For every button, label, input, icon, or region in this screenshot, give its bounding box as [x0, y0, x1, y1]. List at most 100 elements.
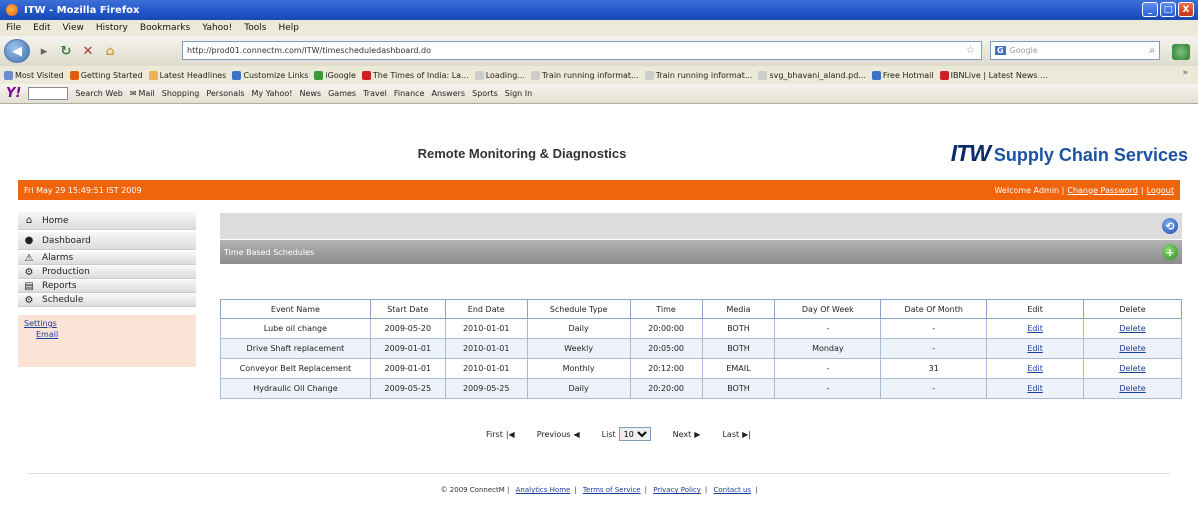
yahoo-sign-in[interactable]: Sign In: [505, 89, 532, 98]
delete-link[interactable]: Delete: [1119, 364, 1145, 373]
bookmark-item[interactable]: Most Visited: [4, 70, 64, 80]
bookmark-item[interactable]: svg_bhavani_aland.pd...: [758, 70, 866, 80]
search-icon[interactable]: ⌕: [1149, 45, 1155, 56]
yahoo-logo[interactable]: Y!: [6, 86, 21, 101]
menu-help[interactable]: Help: [278, 23, 299, 33]
bookmark-item[interactable]: IBNLive | Latest News ...: [939, 70, 1048, 80]
col-day-of-week: Day Of Week: [774, 299, 882, 319]
bookmark-item[interactable]: Train running informat...: [530, 70, 639, 80]
bookmark-star-icon[interactable]: ☆: [966, 45, 975, 56]
last-page-icon: ▶|: [742, 429, 751, 439]
change-password-link[interactable]: Change Password: [1067, 186, 1138, 195]
window-controls: _ □ X: [1142, 2, 1194, 17]
refresh-icon[interactable]: ⟲: [1162, 218, 1178, 234]
bookmark-item[interactable]: Free Hotmail: [871, 70, 934, 80]
yahoo-search-web[interactable]: Search Web: [75, 89, 122, 98]
menu-file[interactable]: File: [6, 23, 21, 33]
footer-link-analytics-home[interactable]: Analytics Home: [516, 486, 571, 494]
forward-arrow-icon[interactable]: ▸: [36, 43, 52, 59]
bookmark-icon: [644, 70, 654, 80]
table-header-row: Event Name Start Date End Date Schedule …: [220, 299, 1182, 319]
bookmark-item[interactable]: The Times of India: La...: [361, 70, 469, 80]
yahoo-personals[interactable]: Personals: [206, 89, 244, 98]
bookmark-icon: [4, 70, 13, 80]
menu-yahoo[interactable]: Yahoo!: [202, 23, 232, 33]
close-button[interactable]: X: [1178, 2, 1194, 17]
bookmark-item[interactable]: Train running informat...: [644, 70, 752, 80]
edit-link[interactable]: Edit: [1027, 344, 1043, 353]
yahoo-finance[interactable]: Finance: [394, 89, 425, 98]
table-cell: 31: [880, 358, 988, 379]
table-cell: BOTH: [701, 338, 776, 359]
bookmark-item[interactable]: Getting Started: [69, 70, 143, 80]
bookmark-item[interactable]: iGoogle: [314, 70, 356, 80]
bookmark-icon: [939, 70, 949, 80]
yahoo-my-yahoo[interactable]: My Yahoo!: [252, 89, 293, 98]
yahoo-sports[interactable]: Sports: [472, 89, 498, 98]
sidebar-item-production[interactable]: ⚙ Production: [18, 266, 196, 279]
edit-link[interactable]: Edit: [1027, 364, 1043, 373]
sidebar-item-dashboard[interactable]: ● Dashboard: [18, 232, 196, 250]
menu-view[interactable]: View: [63, 23, 84, 33]
bookmark-item[interactable]: Latest Headlines: [148, 70, 226, 80]
email-settings-link[interactable]: Email: [36, 330, 190, 339]
reload-icon[interactable]: ↻: [58, 43, 74, 59]
home-icon[interactable]: ⌂: [102, 43, 118, 59]
yahoo-mail[interactable]: ✉ Mail: [130, 89, 155, 98]
menu-history[interactable]: History: [96, 23, 128, 33]
maximize-button[interactable]: □: [1160, 2, 1176, 17]
edit-link[interactable]: Edit: [1027, 384, 1043, 393]
stop-icon[interactable]: ✕: [80, 43, 96, 59]
pagination: First |◀ Previous ◀ List 10 Next ▶ Last …: [486, 427, 751, 441]
yahoo-answers[interactable]: Answers: [431, 89, 465, 98]
next-page-button[interactable]: Next ▶: [673, 430, 701, 439]
delete-link[interactable]: Delete: [1119, 344, 1145, 353]
sidebar-item-schedule[interactable]: ⚙ Schedule: [18, 294, 196, 307]
footer-link-contact[interactable]: Contact us: [714, 486, 752, 494]
logout-link[interactable]: Logout: [1147, 186, 1174, 195]
yahoo-search-input[interactable]: [28, 87, 69, 100]
url-bar[interactable]: http://prod01.connectm.com/ITW/timesched…: [182, 41, 982, 60]
first-page-button[interactable]: First |◀: [486, 430, 515, 439]
yahoo-shopping[interactable]: Shopping: [162, 89, 200, 98]
sidebar-item-label: Reports: [42, 281, 77, 291]
back-arrow-icon[interactable]: ◀: [4, 39, 30, 63]
settings-panel: Settings Email: [18, 315, 196, 367]
previous-page-button[interactable]: Previous ◀: [537, 430, 580, 439]
menu-tools[interactable]: Tools: [244, 23, 266, 33]
yahoo-news[interactable]: News: [299, 89, 321, 98]
sidebar-item-home[interactable]: ⌂ Home: [18, 212, 196, 230]
footer-link-privacy[interactable]: Privacy Policy: [653, 486, 701, 494]
yahoo-travel[interactable]: Travel: [363, 89, 387, 98]
table-row: Drive Shaft replacement 2009-01-01 2010-01…: [220, 338, 1182, 359]
table-cell: BOTH: [701, 378, 776, 399]
addon-icon[interactable]: [1172, 44, 1190, 60]
sidebar-item-reports[interactable]: ▤ Reports: [18, 280, 196, 293]
last-page-button[interactable]: Last ▶|: [722, 430, 751, 439]
window-titlebar: ITW - Mozilla Firefox _ □ X: [0, 0, 1198, 20]
bookmark-item[interactable]: Customize Links: [232, 70, 308, 80]
minimize-button[interactable]: _: [1142, 2, 1158, 17]
search-input[interactable]: G Google ⌕: [990, 41, 1160, 60]
yahoo-games[interactable]: Games: [328, 89, 356, 98]
more-bookmarks-chevron-icon[interactable]: »: [1182, 68, 1188, 78]
delete-link[interactable]: Delete: [1119, 384, 1145, 393]
delete-link[interactable]: Delete: [1119, 324, 1145, 333]
settings-link[interactable]: Settings: [24, 319, 190, 328]
edit-link[interactable]: Edit: [1027, 324, 1043, 333]
add-schedule-icon[interactable]: +: [1162, 244, 1178, 260]
sidebar-item-alarms[interactable]: ⚠ Alarms: [18, 252, 196, 265]
footer-link-terms[interactable]: Terms of Service: [583, 486, 641, 494]
bookmark-icon: [314, 70, 324, 80]
bookmark-icon: [530, 70, 540, 80]
sidebar-item-label: Production: [42, 267, 90, 277]
sidebar-item-label: Home: [42, 215, 69, 226]
bookmark-item[interactable]: Loading...: [474, 70, 525, 80]
menu-bookmarks[interactable]: Bookmarks: [140, 23, 190, 33]
table-cell: Delete: [1083, 378, 1182, 399]
page-size-select[interactable]: 10: [618, 427, 651, 441]
google-icon[interactable]: G: [995, 46, 1006, 55]
menu-edit[interactable]: Edit: [33, 23, 50, 33]
schedule-table: Event Name Start Date End Date Schedule …: [220, 299, 1182, 399]
yahoo-toolbar: Y! Search Web ✉ Mail Shopping Personals …: [0, 84, 1198, 104]
